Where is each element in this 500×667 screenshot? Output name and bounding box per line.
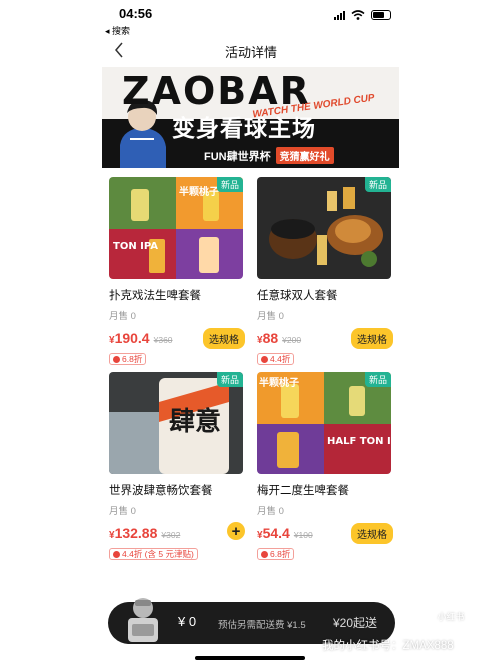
- price-row: ¥190.4 ¥360 选规格: [109, 328, 245, 349]
- banner-fun-row: FUN肆世界杯 竞猜赢好礼: [204, 147, 334, 164]
- price-value: 88: [262, 330, 279, 346]
- status-time: 04:56: [119, 6, 153, 21]
- price-row: ¥54.4 ¥100 选规格: [257, 523, 393, 544]
- select-spec-button[interactable]: 选规格: [351, 523, 393, 544]
- left-margin: [0, 0, 97, 667]
- price-value: 54.4: [262, 525, 290, 541]
- delivery-fee-note: 预估另需配送费 ¥1.5: [218, 620, 306, 631]
- new-badge: 新品: [364, 372, 391, 387]
- battery-icon: [371, 10, 391, 20]
- product-image[interactable]: 肆意 新品: [109, 372, 243, 474]
- img-text-top: 半颗桃子: [179, 185, 219, 198]
- product-card[interactable]: 新品 任意球双人套餐 月售 0 ¥88 ¥200 选规格 4.4折: [257, 177, 393, 368]
- nav-bar: 活动详情: [97, 38, 405, 64]
- discount-icon: [261, 355, 268, 363]
- banner-headline: 变身看球主场: [172, 115, 316, 141]
- price: ¥88: [257, 330, 278, 346]
- monthly-sales: 月售 0: [109, 311, 136, 322]
- discount-tag: 4.4折 (含 5 元津贴): [109, 548, 198, 560]
- product-name[interactable]: 任意球双人套餐: [257, 287, 393, 303]
- price-row: ¥88 ¥200 选规格: [257, 328, 393, 349]
- page-title: 活动详情: [224, 45, 277, 60]
- product-card[interactable]: 肆意 新品 世界波肆意畅饮套餐 月售 0 ¥132.88 ¥302 + 4.4折…: [109, 372, 245, 563]
- cart-total: ¥ 0: [178, 614, 197, 629]
- price-row: ¥132.88 ¥302 +: [109, 522, 245, 543]
- product-image-art: 半颗桃子 TON IPA: [109, 177, 243, 279]
- price: ¥132.88: [109, 525, 157, 541]
- product-image-art: [257, 177, 391, 279]
- discount-icon: [261, 550, 268, 558]
- original-price: ¥200: [282, 335, 302, 345]
- select-spec-button[interactable]: 选规格: [203, 328, 245, 349]
- banner-tag: 竞猜赢好礼: [275, 147, 334, 164]
- product-name[interactable]: 扑克戏法生啤套餐: [109, 287, 245, 303]
- product-card[interactable]: 半颗桃子 HALF TON IPA 新品 梅开二度生啤套餐 月售 0 ¥54.4…: [257, 372, 393, 563]
- add-to-cart-plus-button[interactable]: +: [227, 522, 245, 540]
- back-to-app-link[interactable]: ◂ 搜索: [105, 24, 130, 37]
- new-badge: 新品: [364, 177, 391, 192]
- watermark-logo: 小红书: [426, 604, 476, 628]
- monthly-sales: 月售 0: [257, 311, 284, 322]
- price: ¥54.4: [257, 525, 290, 541]
- original-price: ¥302: [161, 530, 181, 540]
- discount-text: 6.8折: [122, 354, 143, 364]
- minimum-order[interactable]: ¥20起送: [333, 614, 377, 631]
- phone-screen: 04:56 ◂ 搜索 活动详情 ZAOBAR WATCH THE WORLD C…: [97, 0, 405, 667]
- status-icons: [334, 10, 391, 20]
- product-card[interactable]: 半颗桃子 TON IPA 新品 扑克戏法生啤套餐 月售 0 ¥190.4 ¥36…: [109, 177, 245, 368]
- watermark-text: 我的小红书号：ZMAX888: [322, 640, 454, 652]
- select-spec-button[interactable]: 选规格: [351, 328, 393, 349]
- discount-tag: 6.8折: [257, 548, 295, 560]
- product-image[interactable]: 新品: [257, 177, 391, 279]
- product-image-art: 半颗桃子 HALF TON IPA: [257, 372, 391, 474]
- price: ¥190.4: [109, 330, 150, 346]
- product-image[interactable]: 半颗桃子 HALF TON IPA 新品: [257, 372, 391, 474]
- img-can-text: 肆意: [169, 406, 221, 437]
- product-name[interactable]: 世界波肆意畅饮套餐: [109, 482, 245, 498]
- home-indicator[interactable]: [195, 656, 305, 660]
- product-name[interactable]: 梅开二度生啤套餐: [257, 482, 393, 498]
- new-badge: 新品: [216, 177, 243, 192]
- cart-mascot-icon[interactable]: [122, 594, 164, 644]
- promo-banner[interactable]: ZAOBAR WATCH THE WORLD CUP 变身看球主场 FUN肆世界…: [102, 67, 399, 168]
- new-badge: 新品: [216, 372, 243, 387]
- img-text-top: 半颗桃子: [259, 376, 299, 389]
- discount-text: 6.8折: [270, 549, 291, 559]
- img-text-mid: TON IPA: [113, 241, 158, 252]
- price-value: 190.4: [114, 330, 150, 346]
- img-text-mid: HALF TON IPA: [327, 436, 391, 447]
- discount-tag: 4.4折: [257, 353, 295, 365]
- discount-icon: [113, 550, 120, 558]
- product-image-art: 肆意: [109, 372, 243, 474]
- status-bar: 04:56 ◂ 搜索: [97, 0, 405, 38]
- wifi-icon: [351, 10, 365, 20]
- right-margin: [405, 0, 500, 667]
- product-image[interactable]: 半颗桃子 TON IPA 新品: [109, 177, 243, 279]
- discount-tag: 6.8折: [109, 353, 147, 365]
- monthly-sales: 月售 0: [109, 506, 136, 517]
- original-price: ¥100: [293, 530, 313, 540]
- discount-icon: [113, 355, 120, 363]
- banner-fun-text: FUN肆世界杯: [204, 150, 271, 163]
- original-price: ¥360: [153, 335, 173, 345]
- discount-text: 4.4折 (含 5 元津贴): [122, 549, 194, 559]
- signal-icon: [334, 10, 345, 20]
- monthly-sales: 月售 0: [257, 506, 284, 517]
- discount-text: 4.4折: [270, 354, 291, 364]
- price-value: 132.88: [114, 525, 158, 541]
